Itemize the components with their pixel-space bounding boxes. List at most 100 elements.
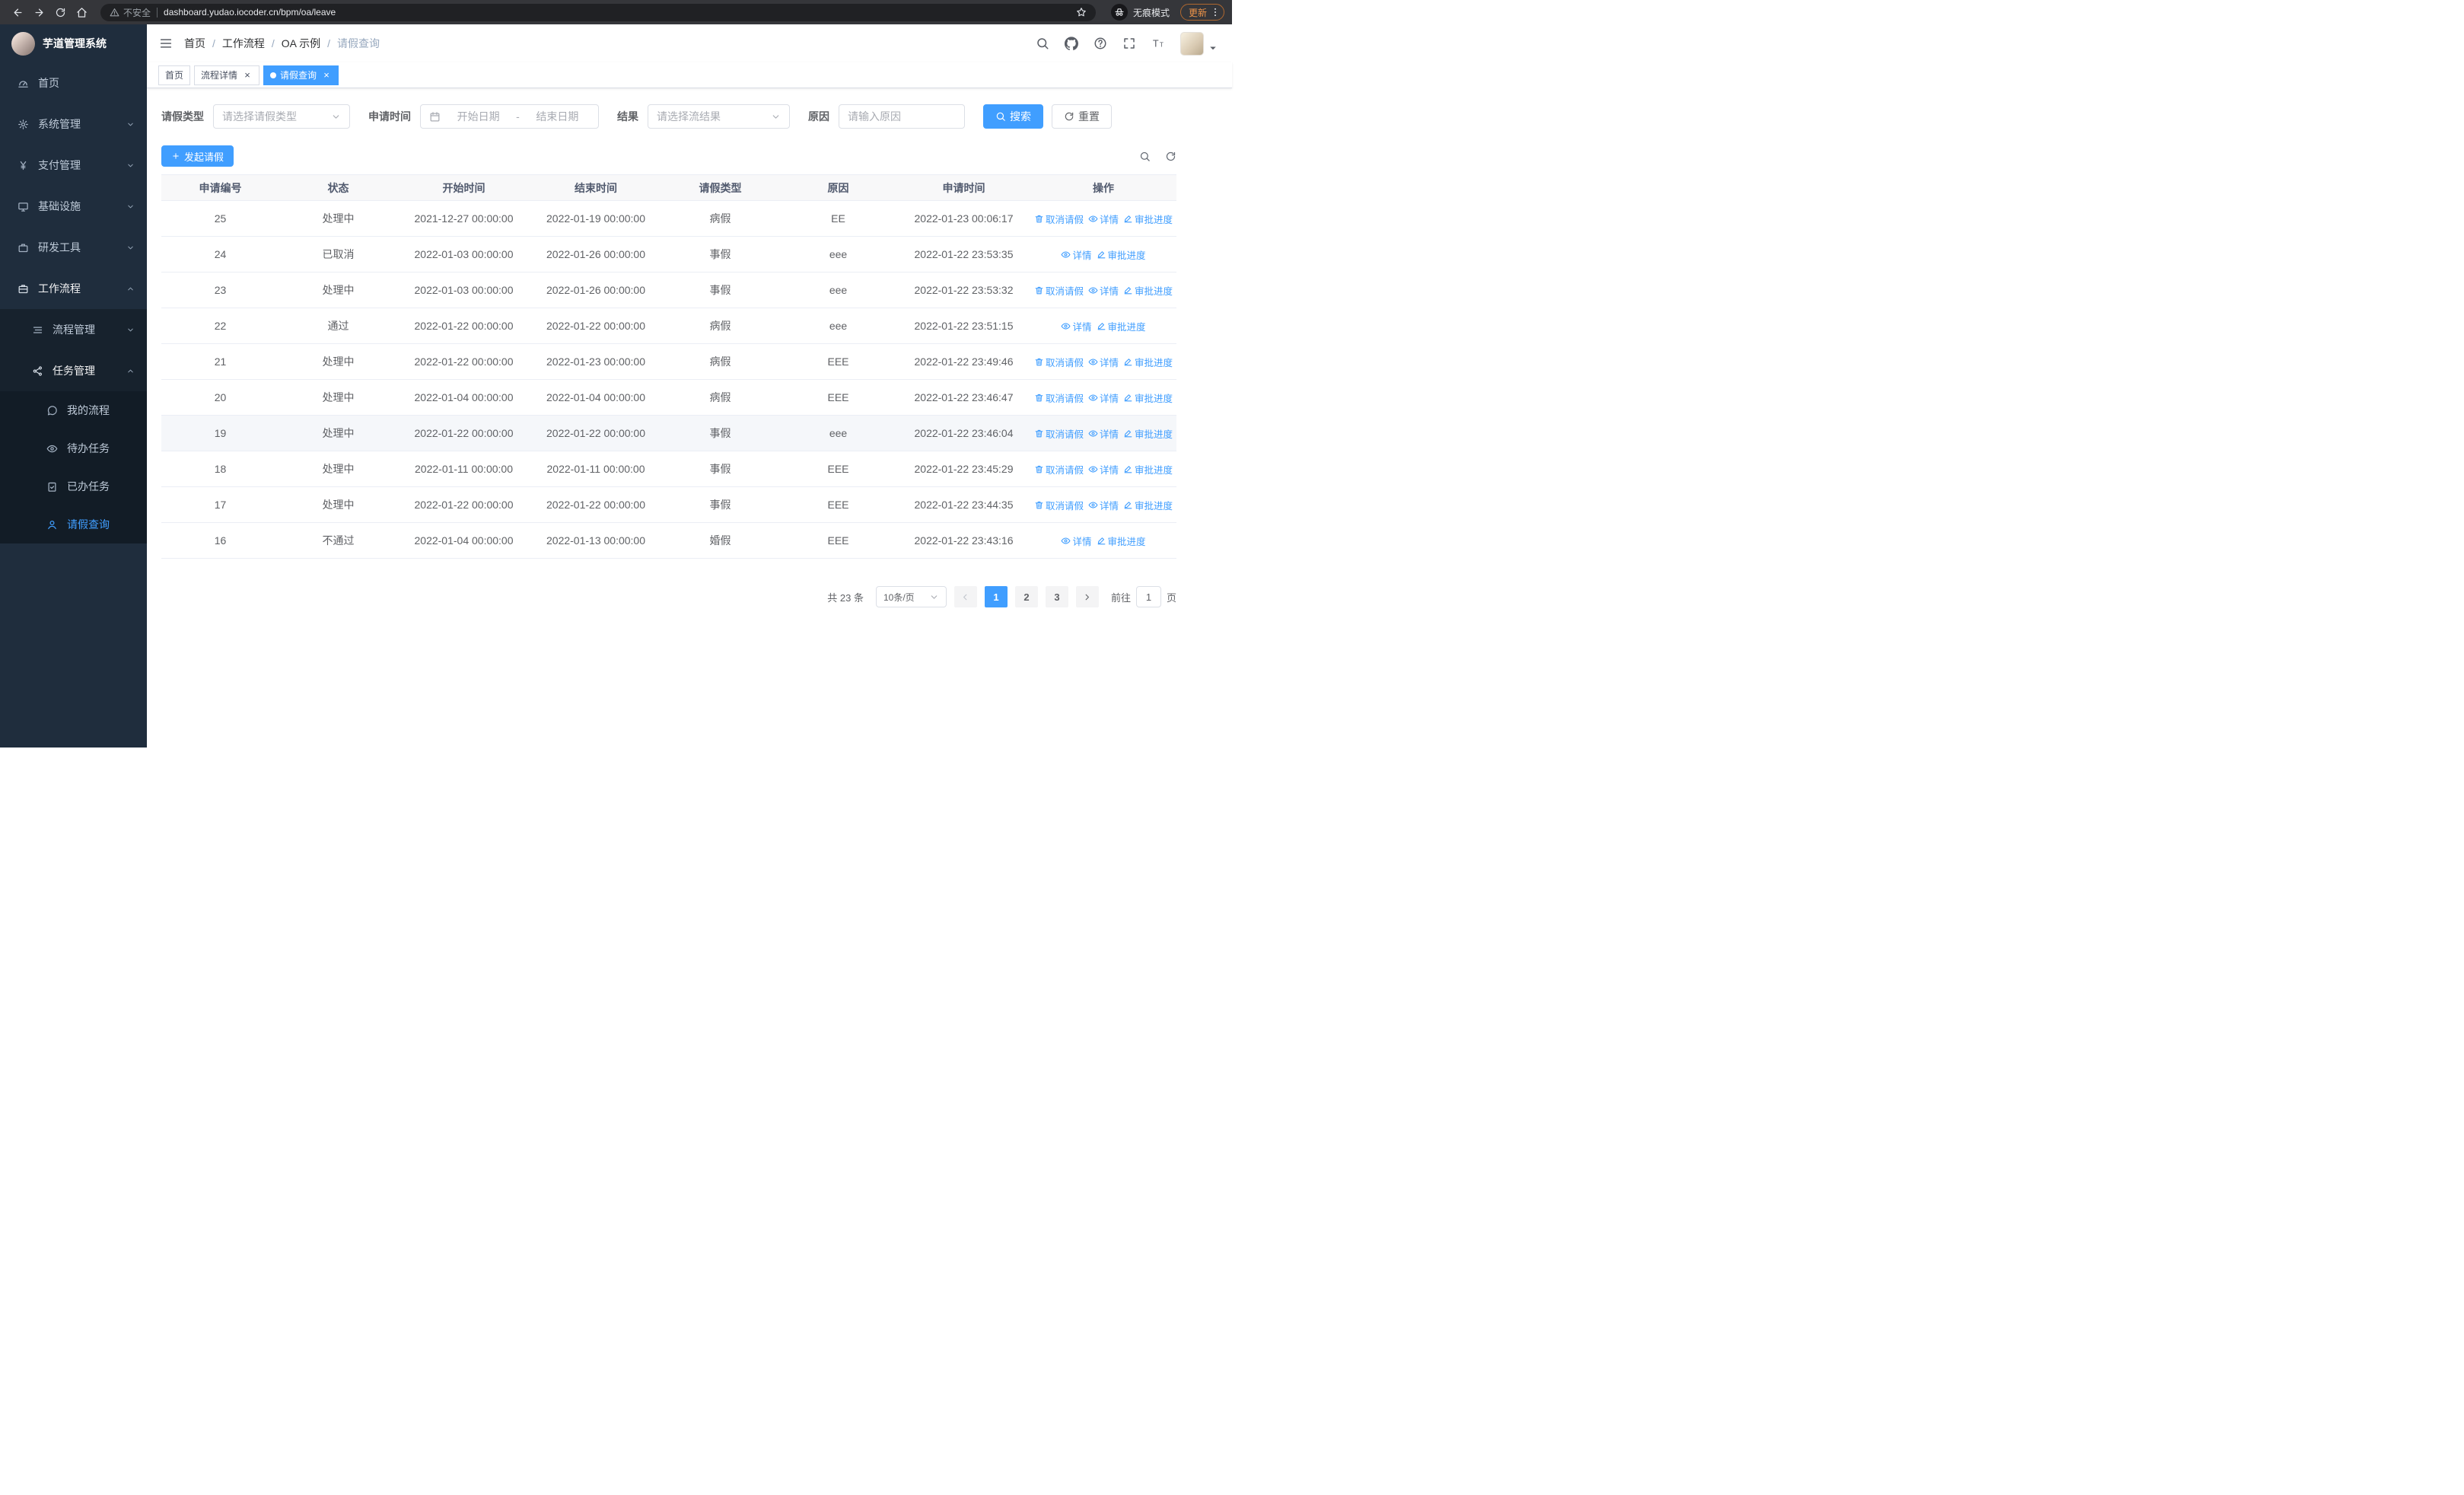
detail-link[interactable]: 详情 [1088, 212, 1119, 226]
close-icon[interactable]: × [242, 70, 253, 81]
apply-time-range-picker[interactable]: 开始日期 - 结束日期 [420, 104, 599, 129]
table-row[interactable]: 16 不通过 2022-01-04 00:00:00 2022-01-13 00:00… [161, 522, 1176, 559]
user-menu[interactable] [1180, 31, 1220, 56]
progress-link[interactable]: 审批进度 [1097, 247, 1146, 262]
browser-update-button[interactable]: 更新 [1179, 4, 1224, 21]
cancel-leave-label: 取消请假 [1045, 214, 1084, 225]
cell-apply-time: 2022-01-23 00:06:17 [897, 200, 1030, 237]
sidebar-item[interactable]: 我的流程 [0, 391, 147, 429]
detail-link[interactable]: 详情 [1061, 534, 1092, 548]
breadcrumb-item[interactable]: OA 示例 [282, 36, 320, 51]
browser-back-button[interactable] [8, 2, 27, 22]
tab[interactable]: 首页 [158, 65, 191, 85]
detail-link[interactable]: 详情 [1088, 498, 1119, 512]
sidebar-item[interactable]: 基础设施 [0, 186, 147, 227]
browser-reload-button[interactable] [50, 2, 70, 22]
search-icon[interactable] [1036, 37, 1049, 50]
progress-link[interactable]: 审批进度 [1123, 498, 1173, 512]
sidebar-item[interactable]: 系统管理 [0, 104, 147, 145]
breadcrumb-separator: / [271, 37, 275, 49]
detail-link[interactable]: 详情 [1061, 247, 1092, 262]
sidebar-item[interactable]: 支付管理 [0, 145, 147, 186]
detail-link[interactable]: 详情 [1088, 462, 1119, 477]
table-row[interactable]: 21 处理中 2022-01-22 00:00:00 2022-01-23 00:00… [161, 343, 1176, 380]
page-button-1[interactable]: 1 [984, 586, 1008, 607]
cancel-leave-link[interactable]: 取消请假 [1034, 498, 1084, 512]
progress-link[interactable]: 审批进度 [1097, 319, 1146, 333]
create-leave-button[interactable]: 发起请假 [161, 145, 234, 167]
help-icon[interactable] [1094, 37, 1107, 50]
sidebar-item[interactable]: 已办任务 [0, 467, 147, 505]
page-button-2[interactable]: 2 [1014, 586, 1038, 607]
detail-link[interactable]: 详情 [1088, 426, 1119, 441]
reason-input[interactable]: 请输入原因 [839, 104, 965, 129]
browser-forward-button[interactable] [29, 2, 49, 22]
prev-page-button[interactable] [953, 586, 977, 607]
detail-link[interactable]: 详情 [1061, 319, 1092, 333]
cancel-leave-link[interactable]: 取消请假 [1034, 390, 1084, 405]
detail-link[interactable]: 详情 [1088, 283, 1119, 298]
sidebar-item[interactable]: 流程管理 [0, 309, 147, 350]
cancel-leave-link[interactable]: 取消请假 [1034, 212, 1084, 226]
table-row[interactable]: 19 处理中 2022-01-22 00:00:00 2022-01-22 00:00… [161, 415, 1176, 451]
sidebar-item[interactable]: 研发工具 [0, 227, 147, 268]
sidebar: 芋道管理系统 首页 系统管理 支付管理 基础设施 研发工具 工作流程 流程管理 任务管理 我的流… [0, 24, 147, 748]
table-row[interactable]: 18 处理中 2022-01-11 00:00:00 2022-01-11 00:00… [161, 451, 1176, 487]
table-row[interactable]: 23 处理中 2022-01-03 00:00:00 2022-01-26 00:00… [161, 272, 1176, 308]
breadcrumb-item[interactable]: 首页 [184, 36, 205, 51]
progress-link[interactable]: 审批进度 [1123, 426, 1173, 441]
font-size-icon[interactable]: TT [1151, 37, 1165, 50]
cell-start-time: 2022-01-22 00:00:00 [397, 308, 530, 344]
fullscreen-icon[interactable] [1122, 37, 1136, 50]
table-row[interactable]: 17 处理中 2022-01-22 00:00:00 2022-01-22 00:00… [161, 486, 1176, 523]
github-icon[interactable] [1065, 37, 1078, 50]
table-row[interactable]: 25 处理中 2021-12-27 00:00:00 2022-01-19 00:00… [161, 200, 1176, 237]
progress-link[interactable]: 审批进度 [1123, 462, 1173, 477]
close-icon[interactable]: × [321, 70, 332, 81]
table-row[interactable]: 20 处理中 2022-01-04 00:00:00 2022-01-04 00:00… [161, 379, 1176, 416]
goto-page-input[interactable] [1135, 586, 1161, 607]
plus-icon [171, 151, 180, 161]
avatar[interactable] [1180, 31, 1204, 56]
progress-link[interactable]: 审批进度 [1123, 283, 1173, 298]
progress-link[interactable]: 审批进度 [1123, 390, 1173, 405]
cell-status: 处理中 [279, 272, 397, 308]
leave-type-select[interactable]: 请选择请假类型 [213, 104, 350, 129]
table-row[interactable]: 22 通过 2022-01-22 00:00:00 2022-01-22 00:00:… [161, 308, 1176, 344]
cancel-leave-link[interactable]: 取消请假 [1034, 283, 1084, 298]
progress-link[interactable]: 审批进度 [1123, 355, 1173, 369]
progress-link[interactable]: 审批进度 [1123, 212, 1173, 226]
menu-dots-icon[interactable] [1210, 7, 1221, 18]
cell-start-time: 2022-01-04 00:00:00 [397, 379, 530, 416]
sidebar-item[interactable]: 工作流程 [0, 268, 147, 309]
breadcrumb-item[interactable]: 工作流程 [222, 36, 265, 51]
sidebar-item[interactable]: 首页 [0, 62, 147, 104]
address-bar[interactable]: 不安全 dashboard.yudao.iocoder.cn/bpm/oa/le… [100, 3, 1096, 21]
next-page-button[interactable] [1075, 586, 1099, 607]
sidebar-item[interactable]: 任务管理 [0, 350, 147, 391]
cell-apply-time: 2022-01-22 23:46:47 [897, 379, 1030, 416]
tab[interactable]: 请假查询 × [263, 65, 339, 85]
detail-link[interactable]: 详情 [1088, 355, 1119, 369]
browser-home-button[interactable] [72, 2, 91, 22]
sidebar-item[interactable]: 请假查询 [0, 505, 147, 543]
sidebar-item[interactable]: 待办任务 [0, 429, 147, 467]
progress-link[interactable]: 审批进度 [1097, 534, 1146, 548]
cancel-leave-link[interactable]: 取消请假 [1034, 355, 1084, 369]
cancel-leave-link[interactable]: 取消请假 [1034, 462, 1084, 477]
table-row[interactable]: 24 已取消 2022-01-03 00:00:00 2022-01-26 00:00… [161, 236, 1176, 273]
result-select[interactable]: 请选择流结果 [648, 104, 790, 129]
toggle-search-icon[interactable] [1139, 151, 1151, 162]
bookmark-star-icon[interactable] [1076, 7, 1087, 18]
page-button-3[interactable]: 3 [1045, 586, 1068, 607]
page-size-select[interactable]: 10条/页 [875, 586, 947, 607]
cancel-leave-link[interactable]: 取消请假 [1034, 426, 1084, 441]
detail-link[interactable]: 详情 [1088, 390, 1119, 405]
reset-button[interactable]: 重置 [1052, 104, 1112, 129]
security-chip[interactable]: 不安全 [110, 6, 151, 19]
search-button[interactable]: 搜索 [983, 104, 1043, 129]
refresh-table-icon[interactable] [1165, 151, 1176, 162]
tab[interactable]: 流程详情 × [194, 65, 260, 85]
sidebar-toggle-icon[interactable] [159, 37, 173, 50]
cell-actions: 取消请假 详情 审批进度 [1030, 343, 1176, 380]
